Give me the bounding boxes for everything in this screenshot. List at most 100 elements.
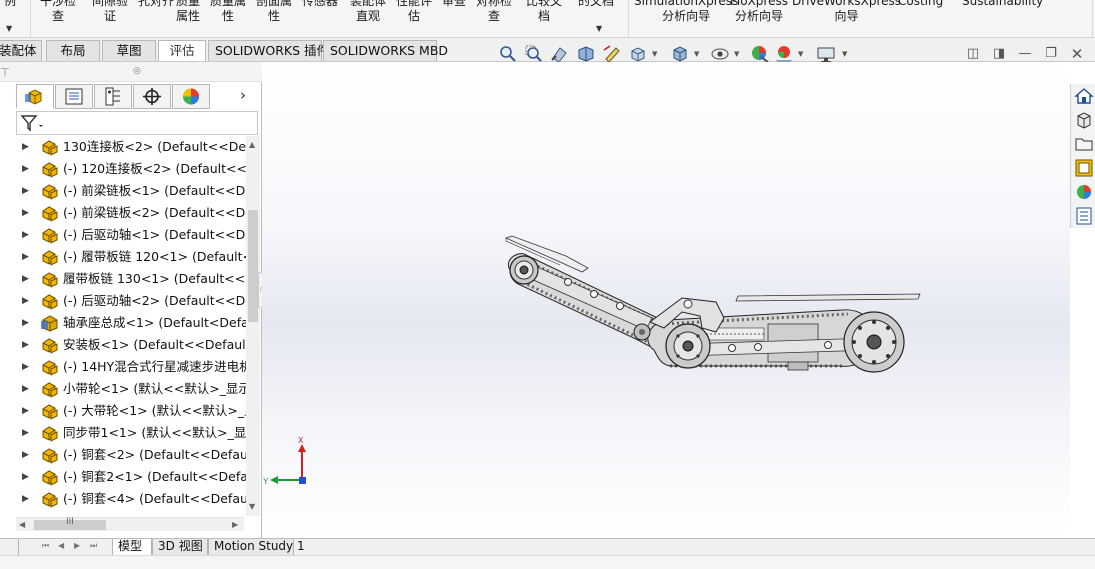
tree-item[interactable]: ▶ 安装板<1> (Default<<Default>_ — [16, 334, 246, 356]
scroll-down-icon[interactable]: ▼ — [249, 502, 255, 511]
tree-horizontal-scrollbar[interactable]: ◀ III ▶ — [16, 517, 244, 531]
expand-arrow-icon[interactable]: ▶ — [22, 334, 32, 356]
crawler-track-model[interactable] — [502, 232, 922, 382]
dynamic-annotation-icon[interactable] — [602, 44, 622, 64]
collapse-handle-icon[interactable]: ㄒ — [0, 64, 10, 79]
restore-panel-icon[interactable]: ◫ — [965, 46, 981, 62]
appearances-icon[interactable] — [1074, 182, 1094, 202]
ribbon-command-13[interactable]: 的文档 — [578, 0, 614, 9]
zoom-to-area-icon[interactable] — [524, 44, 544, 64]
tree-item[interactable]: ▶ (-) 14HY混合式行星减速步进电机 — [16, 356, 246, 378]
chevron-down-icon[interactable]: ▼ — [842, 51, 848, 58]
view-orientation-icon[interactable] — [628, 44, 648, 64]
tree-item[interactable]: ▶ 履带板链 130<1> (Default<<De — [16, 268, 246, 290]
chevron-down-icon[interactable]: ▼ — [734, 51, 740, 58]
tab-scroll-arrows[interactable]: ⏮ ◀ ▶ ⏭ — [42, 541, 106, 553]
ribbon-command-8[interactable]: 装配体 直观 — [350, 0, 386, 24]
tree-item[interactable]: ▶ (-) 后驱动轴<1> (Default<<Defa — [16, 224, 246, 246]
tab-property-manager[interactable] — [55, 84, 93, 109]
bottom-tab-2[interactable]: Motion Study 1 — [208, 539, 305, 555]
first-tab-icon[interactable]: ⏮ — [42, 541, 49, 551]
tree-item[interactable]: ▶ 小带轮<1> (默认<<默认>_显示状 — [16, 378, 246, 400]
expand-arrow-icon[interactable]: ▶ — [22, 356, 32, 378]
tree-item[interactable]: ▶ (-) 120连接板<2> (Default<<De — [16, 158, 246, 180]
tree-item[interactable]: ▶ (-) 大带轮<1> (默认<<默认>_显示 — [16, 400, 246, 422]
custom-properties-icon[interactable] — [1074, 206, 1094, 226]
ribbon-command-12[interactable]: 比较文 档 — [526, 0, 562, 24]
tab-configuration-manager[interactable] — [94, 84, 132, 109]
home-icon[interactable] — [1074, 86, 1094, 106]
view-palette-icon[interactable] — [1074, 158, 1094, 178]
scroll-up-icon[interactable]: ▲ — [249, 140, 255, 149]
ribbon-command-11[interactable]: 对称检 查 — [476, 0, 512, 24]
tree-vertical-scrollbar[interactable]: ▲ ▼ — [246, 136, 260, 516]
expand-arrow-icon[interactable]: ▶ — [22, 466, 32, 488]
chevron-down-icon[interactable]: ▼ — [6, 24, 12, 33]
expand-arrow-icon[interactable]: ▶ — [22, 400, 32, 422]
tab-5[interactable]: SOLIDWORKS MBD — [323, 40, 448, 61]
apply-scene-icon[interactable] — [774, 44, 794, 64]
graphics-area[interactable]: X Y — [262, 62, 1070, 538]
chevron-down-icon[interactable]: ▼ — [596, 24, 602, 33]
view-settings-icon[interactable] — [816, 44, 836, 64]
maximize-icon[interactable]: ❐ — [1043, 46, 1059, 62]
expand-arrow-icon[interactable]: ▶ — [22, 268, 32, 290]
ribbon-command-15[interactable]: FloXpress 分析向导 — [730, 0, 788, 24]
expand-arrow-icon[interactable]: ▶ — [22, 488, 32, 510]
tree-item[interactable]: ▶ (-) 前梁链板<2> (Default<<Defa — [16, 202, 246, 224]
tree-item[interactable]: ▶ (-) 铜套2<1> (Default<<Default — [16, 466, 246, 488]
expand-arrow-icon[interactable]: ▶ — [22, 136, 32, 158]
expand-arrow-icon[interactable]: ▶ — [22, 290, 32, 312]
next-tab-icon[interactable]: ▶ — [74, 541, 80, 550]
tree-item[interactable]: ▶ 轴承座总成<1> (Default<Default — [16, 312, 246, 334]
expand-arrow-icon[interactable]: ▶ — [22, 312, 32, 334]
tab-1[interactable]: 布局 — [46, 40, 100, 61]
expand-arrow-icon[interactable]: ▶ — [22, 422, 32, 444]
previous-tab-icon[interactable]: ◀ — [58, 541, 64, 550]
ribbon-command-2[interactable]: 间隙验 证 — [92, 0, 128, 24]
tree-item[interactable]: ▶ 130连接板<2> (Default<<Defau — [16, 136, 246, 158]
ribbon-command-4[interactable]: 质量 属性 — [176, 0, 200, 24]
expand-arrow-icon[interactable]: ▶ — [22, 202, 32, 224]
section-view-icon[interactable] — [576, 44, 596, 64]
chevron-down-icon[interactable]: ▼ — [652, 51, 658, 58]
ribbon-command-6[interactable]: 剖面属 性 — [256, 0, 292, 24]
horizontal-scroll-thumb[interactable]: III — [34, 517, 106, 530]
close-icon[interactable]: ✕ — [1069, 46, 1085, 62]
zoom-to-fit-icon[interactable] — [498, 44, 518, 64]
last-tab-icon[interactable]: ⏭ — [90, 541, 97, 551]
tab-0[interactable]: 装配体 — [0, 40, 42, 61]
tree-item[interactable]: ▶ (-) 履带板链 120<1> (Default<< — [16, 246, 246, 268]
design-library-icon[interactable] — [1074, 110, 1094, 130]
expand-arrow-icon[interactable]: ▶ — [22, 180, 32, 202]
ribbon-command-10[interactable]: 审查 — [442, 0, 466, 9]
minimize-icon[interactable]: — — [1017, 46, 1033, 62]
bottom-tab-0[interactable]: 模型 — [112, 539, 152, 555]
tree-item[interactable]: ▶ (-) 后驱动轴<2> (Default<<Defa — [16, 290, 246, 312]
tab-4[interactable]: SOLIDWORKS 插件 — [208, 40, 329, 61]
ribbon-command-9[interactable]: 性能评 估 — [396, 0, 432, 24]
ribbon-command-3[interactable]: 孔对齐 — [138, 0, 174, 9]
bottom-tab-1[interactable]: 3D 视图 — [152, 539, 208, 555]
expand-arrow-icon[interactable]: ▶ — [22, 378, 32, 400]
hide-show-items-icon[interactable] — [710, 44, 730, 64]
chevron-right-icon[interactable]: › — [240, 86, 246, 104]
expand-arrow-icon[interactable]: ▶ — [22, 158, 32, 180]
tab-feature-manager[interactable] — [16, 84, 54, 109]
panel-grip[interactable]: ◎ ㄒ — [0, 62, 262, 82]
folder-icon[interactable] — [1074, 134, 1094, 154]
tree-item[interactable]: ▶ (-) 铜套<4> (Default<<Default> — [16, 488, 246, 510]
tab-3[interactable]: 评估 — [158, 40, 206, 61]
expand-arrow-icon[interactable]: ▶ — [22, 224, 32, 246]
tree-item[interactable]: ▶ (-) 铜套<2> (Default<<Default> — [16, 444, 246, 466]
tree-item[interactable]: ▶ (-) 前梁链板<1> (Default<<Defa — [16, 180, 246, 202]
tile-panel-icon[interactable]: ◨ — [991, 46, 1007, 62]
ribbon-command-5[interactable]: 质量属 性 — [210, 0, 246, 24]
ribbon-command-17[interactable]: Costing — [898, 0, 943, 9]
scroll-left-icon[interactable]: ◀ — [19, 520, 25, 529]
expand-arrow-icon[interactable]: ▶ — [22, 246, 32, 268]
ribbon-command-7[interactable]: 传感器 — [302, 0, 338, 9]
scroll-right-icon[interactable]: ▶ — [232, 520, 238, 529]
previous-view-icon[interactable] — [550, 44, 570, 64]
chevron-down-icon[interactable]: ▼ — [694, 51, 700, 58]
